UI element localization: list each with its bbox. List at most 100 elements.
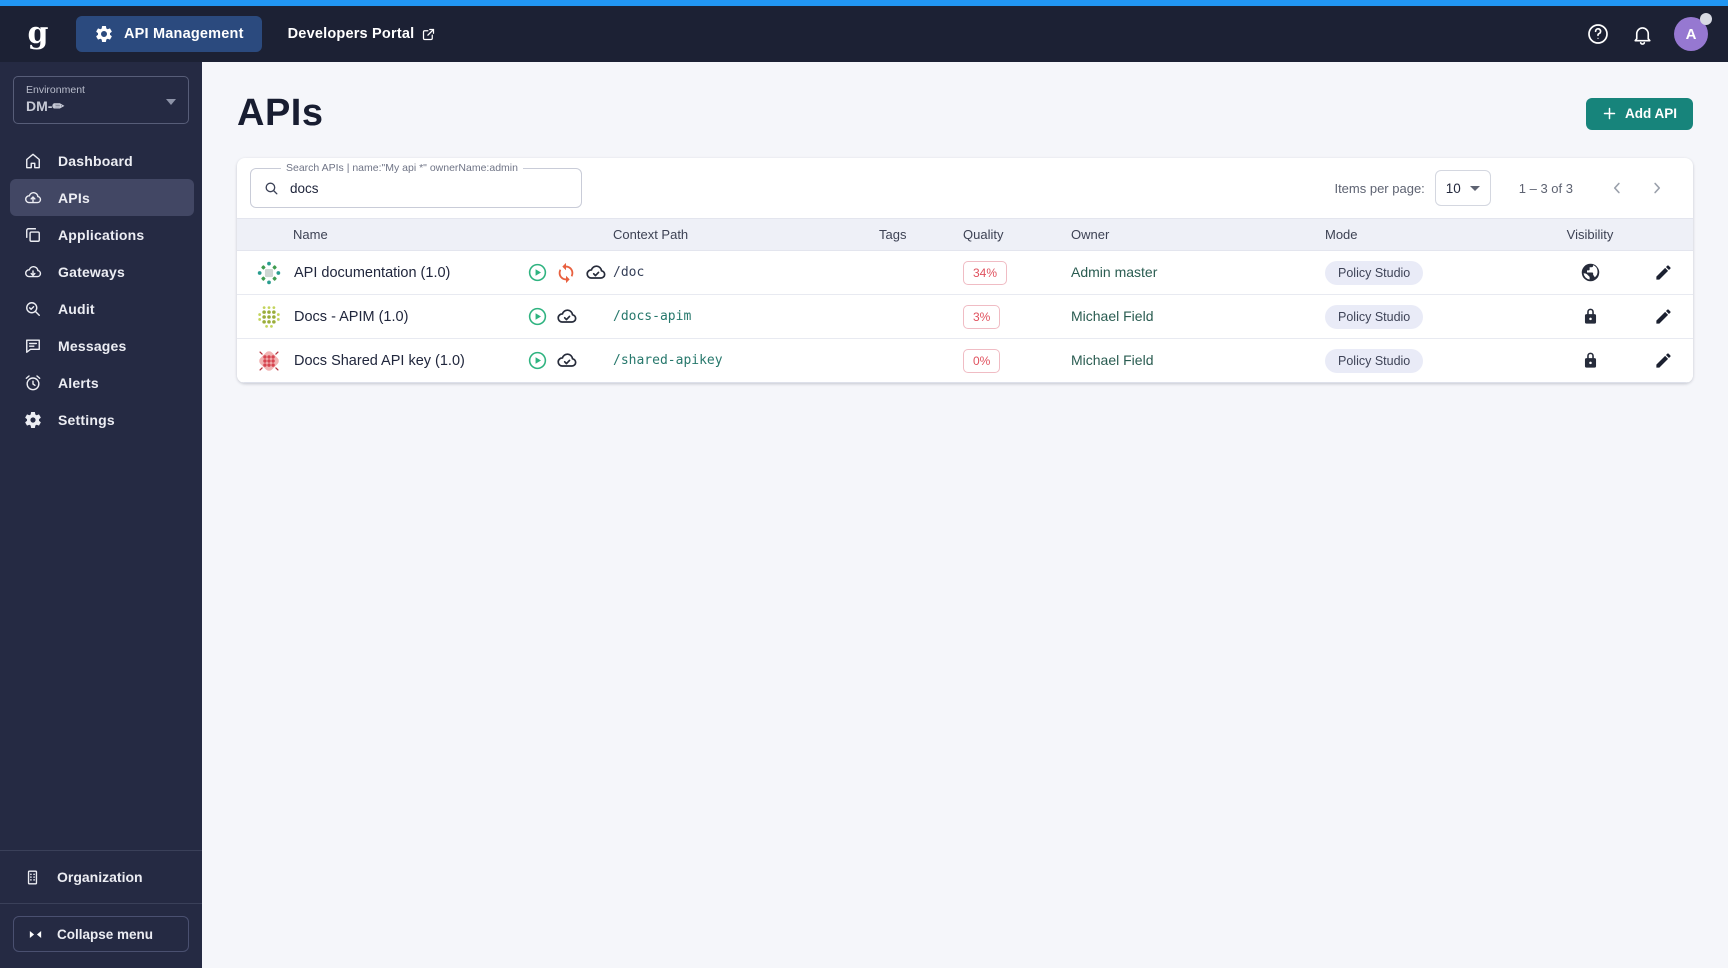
home-icon [23,151,43,171]
sidebar-item-apis[interactable]: APIs [10,179,194,216]
search-field-label: Search APIs | name:"My api *" ownerName:… [281,162,523,174]
help-button[interactable] [1580,16,1616,52]
column-header-context-path[interactable]: Context Path [613,227,871,242]
sidebar-item-label: Audit [58,300,95,317]
sidebar-item-label: Applications [58,226,145,243]
sidebar-item-label: Gateways [58,263,125,280]
column-header-tags[interactable]: Tags [871,227,951,242]
sidebar: Environment DM-✏ Dashboard APIs Applicat… [0,62,202,968]
api-management-label: API Management [124,26,244,42]
table-row[interactable]: API documentation (1.0) /doc 34% Admin m… [237,251,1693,295]
next-page-button[interactable] [1637,168,1677,208]
column-header-mode[interactable]: Mode [1301,227,1547,242]
chevron-down-icon [166,99,176,105]
developers-portal-label: Developers Portal [287,26,415,42]
api-avatar [256,304,282,330]
add-api-button[interactable]: Add API [1586,97,1693,130]
quality-badge: 3% [963,304,1001,329]
sidebar-item-label: Settings [58,411,115,428]
search-apis-field[interactable]: Search APIs | name:"My api *" ownerName:… [250,162,582,208]
quality-badge: 0% [963,348,1001,373]
visibility-public-icon [1547,262,1633,283]
owner-link[interactable]: Admin master [1071,264,1157,280]
topbar: g API Management Developers Portal A [0,6,1728,62]
avatar-status-dot [1700,13,1712,25]
collapse-menu-button[interactable]: Collapse menu [13,916,189,952]
column-header-name[interactable]: Name [237,227,527,242]
api-avatar [256,260,282,286]
sidebar-item-label: Alerts [58,374,99,391]
audit-search-icon [23,299,43,319]
environment-value: DM-✏ [26,98,65,114]
edit-api-button[interactable] [1633,307,1693,326]
sidebar-item-settings[interactable]: Settings [10,401,194,438]
mode-chip: Policy Studio [1325,348,1424,373]
items-per-page-select[interactable]: 10 [1434,170,1491,206]
pagination-range-label: 1 – 3 of 3 [1518,180,1573,196]
previous-page-button[interactable] [1597,168,1637,208]
apis-table-card: Search APIs | name:"My api *" ownerName:… [237,158,1693,383]
api-name: Docs Shared API key (1.0) [294,352,465,369]
api-management-nav-button[interactable]: API Management [76,16,262,52]
mode-chip: Policy Studio [1325,260,1424,285]
deployed-cloud-check-icon [555,305,579,329]
applications-icon [23,225,43,245]
organization-label: Organization [57,869,143,885]
notifications-button[interactable] [1624,16,1660,52]
api-name: Docs - APIM (1.0) [294,308,409,325]
api-started-icon [527,262,548,283]
sidebar-divider [0,903,202,904]
sidebar-item-alerts[interactable]: Alerts [10,364,194,401]
search-icon [263,180,280,197]
table-row[interactable]: Docs Shared API key (1.0) /shared-apikey… [237,339,1693,383]
sidebar-item-label: APIs [58,189,90,206]
sidebar-item-applications[interactable]: Applications [10,216,194,253]
column-header-quality[interactable]: Quality [951,227,1051,242]
sidebar-item-gateways[interactable]: Gateways [10,253,194,290]
cloud-upload-icon [23,188,43,208]
external-link-icon [421,27,436,42]
collapse-icon [27,926,44,943]
items-per-page-value: 10 [1445,180,1461,196]
deployed-cloud-check-icon [555,349,579,373]
deployed-cloud-check-icon [584,261,608,285]
items-per-page-label: Items per page: [1334,180,1425,196]
environment-label: Environment [26,84,85,96]
api-name: API documentation (1.0) [294,264,451,281]
column-header-visibility[interactable]: Visibility [1547,227,1633,242]
chevron-down-icon [1469,185,1480,191]
gravitee-logo[interactable]: g [18,19,58,49]
api-started-icon [527,306,548,327]
edit-api-button[interactable] [1633,351,1693,370]
message-icon [23,336,43,356]
visibility-private-icon [1547,351,1633,370]
gear-icon [23,410,43,430]
page-title: APIs [237,92,324,134]
add-api-label: Add API [1625,106,1677,121]
sidebar-item-messages[interactable]: Messages [10,327,194,364]
alarm-icon [23,373,43,393]
column-header-owner[interactable]: Owner [1051,227,1301,242]
environment-select[interactable]: Environment DM-✏ [13,76,189,124]
sidebar-item-organization[interactable]: Organization [0,851,202,903]
search-input[interactable] [290,180,569,196]
sidebar-nav: Dashboard APIs Applications Gateways Aud… [0,142,202,438]
owner-link[interactable]: Michael Field [1071,352,1153,368]
context-path: /shared-apikey [613,353,723,368]
edit-api-button[interactable] [1633,263,1693,282]
building-icon [23,868,42,887]
user-avatar[interactable]: A [1674,13,1712,51]
table-header-row: Name Context Path Tags Quality Owner Mod… [237,218,1693,251]
developers-portal-link[interactable]: Developers Portal [288,26,437,42]
context-path: /doc [613,265,645,280]
table-row[interactable]: Docs - APIM (1.0) /docs-apim 3% Michael … [237,295,1693,339]
cloud-download-icon [23,262,43,282]
sidebar-item-dashboard[interactable]: Dashboard [10,142,194,179]
sidebar-item-label: Dashboard [58,152,133,169]
main-content: APIs Add API Search APIs | name:"My api … [202,62,1728,968]
owner-link[interactable]: Michael Field [1071,308,1153,324]
api-started-icon [527,350,548,371]
mode-chip: Policy Studio [1325,304,1424,329]
sidebar-item-audit[interactable]: Audit [10,290,194,327]
api-avatar [256,348,282,374]
